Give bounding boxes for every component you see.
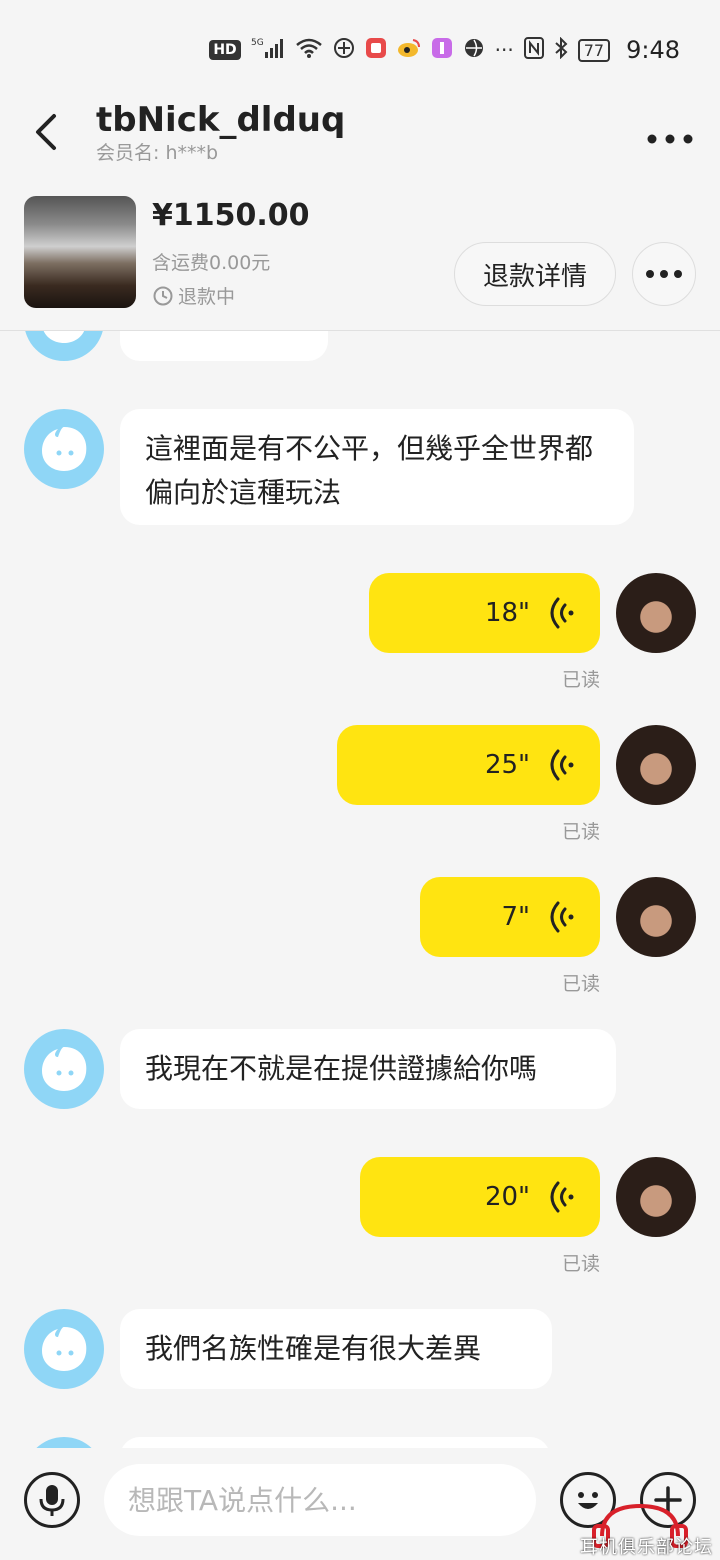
- message-bubble[interactable]: 我現在不就是在提供證據給你嗎: [120, 1029, 616, 1109]
- my-avatar[interactable]: [616, 573, 696, 653]
- more-notifications-icon: ···: [494, 38, 514, 62]
- contact-avatar[interactable]: [24, 1309, 104, 1389]
- voice-input-button[interactable]: [24, 1472, 80, 1528]
- voice-message-bubble[interactable]: 20": [360, 1157, 600, 1237]
- member-name: 会员名: h***b: [96, 138, 218, 165]
- red-app-icon: [365, 37, 387, 64]
- voice-message-bubble[interactable]: 7": [420, 877, 600, 957]
- my-avatar[interactable]: [616, 877, 696, 957]
- nfc-icon: [523, 36, 544, 64]
- my-avatar[interactable]: [616, 725, 696, 805]
- mascot-avatar-icon: [43, 331, 85, 343]
- colorful-app-icon: [431, 37, 453, 64]
- voice-wave-icon: [550, 1181, 574, 1213]
- refund-details-button[interactable]: 退款详情: [454, 242, 616, 306]
- refund-status-label: 退款中: [178, 286, 236, 308]
- contact-avatar[interactable]: [24, 1437, 104, 1448]
- more-dots-icon: [647, 134, 693, 144]
- my-avatar[interactable]: [616, 1157, 696, 1237]
- contact-nickname: tbNick_dlduq: [96, 100, 346, 140]
- shipping-fee: 含运费0.00元: [152, 252, 271, 274]
- order-more-button[interactable]: [632, 242, 696, 306]
- mascot-avatar-icon: [42, 1327, 87, 1371]
- read-receipt: 已读: [561, 821, 600, 843]
- chat-messages[interactable]: 這裡面是有不公平，但幾乎全世界都偏向於這種玩法 18" 已读 25" 已读 7"…: [0, 331, 720, 1448]
- browser-icon: [463, 37, 485, 64]
- back-arrow-icon: [36, 114, 56, 150]
- more-dots-icon: [646, 270, 682, 278]
- voice-wave-icon: [550, 901, 574, 933]
- message-row-partial: [0, 331, 720, 361]
- message-input[interactable]: [104, 1464, 536, 1536]
- voice-duration: 18": [484, 598, 530, 628]
- voice-duration: 20": [484, 1182, 530, 1212]
- chat-header: tbNick_dlduq 会员名: h***b: [0, 100, 720, 190]
- read-receipt: 已读: [561, 973, 600, 995]
- order-card[interactable]: ¥1150.00 含运费0.00元 退款中 退款详情: [0, 190, 720, 331]
- battery-icon: 77: [577, 38, 611, 62]
- back-button[interactable]: [28, 112, 68, 152]
- clock: 9:48: [626, 36, 680, 64]
- message-row-partial: [0, 1437, 720, 1448]
- svg-text:5G: 5G: [251, 38, 264, 48]
- member-label: 会员名:: [96, 142, 160, 164]
- app-notification-icon: [333, 37, 355, 64]
- signal-icon: 5G: [251, 36, 285, 65]
- microphone-icon: [39, 1485, 65, 1516]
- read-receipt: 已读: [561, 669, 600, 691]
- voice-duration: 7": [501, 902, 530, 932]
- read-receipt: 已读: [561, 1253, 600, 1275]
- bluetooth-icon: [554, 36, 568, 64]
- order-price: ¥1150.00: [152, 198, 310, 233]
- hd-icon: HD: [209, 40, 241, 60]
- member-value: h***b: [165, 142, 219, 164]
- contact-avatar[interactable]: [24, 409, 104, 489]
- contact-avatar[interactable]: [24, 1029, 104, 1109]
- voice-wave-icon: [550, 597, 574, 629]
- weibo-icon: [397, 37, 421, 64]
- clock-icon: [153, 286, 173, 305]
- wifi-icon: [295, 37, 323, 64]
- contact-avatar[interactable]: [24, 331, 104, 361]
- voice-message-bubble[interactable]: 18": [369, 573, 600, 653]
- voice-message-bubble[interactable]: 25": [337, 725, 600, 805]
- message-bubble[interactable]: 我們名族性確是有很大差異: [120, 1309, 552, 1389]
- voice-duration: 25": [484, 750, 530, 780]
- product-thumbnail[interactable]: [24, 196, 136, 308]
- mascot-avatar-icon: [42, 427, 87, 471]
- status-bar: HD 5G ··· 77 9:48: [0, 0, 720, 100]
- more-options-button[interactable]: [640, 112, 700, 152]
- voice-wave-icon: [550, 749, 574, 781]
- message-bubble[interactable]: [120, 1437, 550, 1448]
- refund-status: 退款中: [152, 282, 235, 309]
- mascot-avatar-icon: [42, 1047, 87, 1091]
- watermark-text: 耳机俱乐部论坛: [580, 1537, 713, 1558]
- message-bubble[interactable]: 這裡面是有不公平，但幾乎全世界都偏向於這種玩法: [120, 409, 634, 525]
- message-bubble[interactable]: [120, 331, 328, 361]
